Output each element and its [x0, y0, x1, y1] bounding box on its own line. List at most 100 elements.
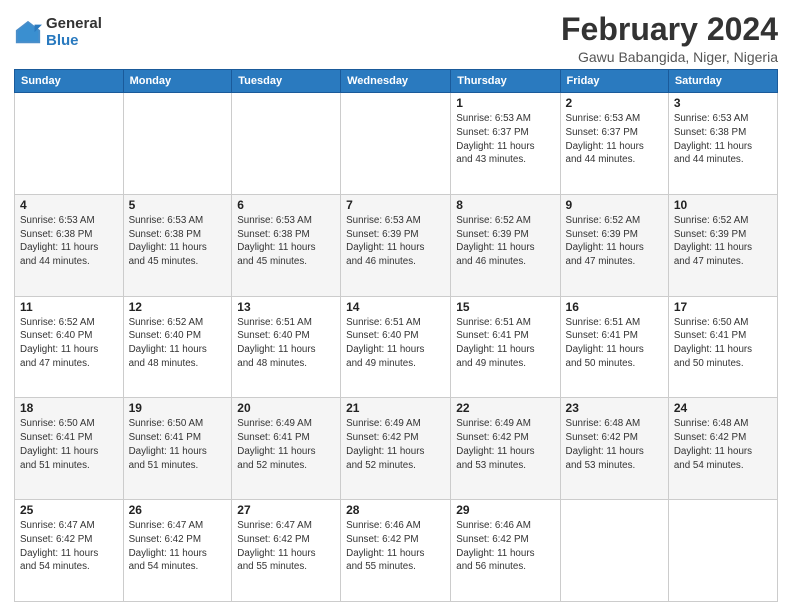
day-number: 27 [237, 503, 335, 517]
day-info: Sunrise: 6:51 AMSunset: 6:41 PMDaylight:… [456, 316, 554, 371]
logo-general: General [46, 16, 102, 33]
day-number: 19 [129, 401, 227, 415]
col-wednesday: Wednesday [341, 70, 451, 93]
table-row: 4 Sunrise: 6:53 AMSunset: 6:38 PMDaylight… [15, 194, 124, 296]
day-number: 24 [674, 401, 772, 415]
day-number: 12 [129, 300, 227, 314]
day-number: 16 [566, 300, 663, 314]
day-info: Sunrise: 6:48 AMSunset: 6:42 PMDaylight:… [674, 417, 772, 472]
day-info: Sunrise: 6:47 AMSunset: 6:42 PMDaylight:… [129, 519, 227, 574]
day-info: Sunrise: 6:53 AMSunset: 6:37 PMDaylight:… [456, 112, 554, 167]
day-number: 1 [456, 96, 554, 110]
day-number: 23 [566, 401, 663, 415]
day-info: Sunrise: 6:48 AMSunset: 6:42 PMDaylight:… [566, 417, 663, 472]
table-row: 20 Sunrise: 6:49 AMSunset: 6:41 PMDayligh… [232, 398, 341, 500]
table-row: 23 Sunrise: 6:48 AMSunset: 6:42 PMDayligh… [560, 398, 668, 500]
col-thursday: Thursday [451, 70, 560, 93]
day-info: Sunrise: 6:47 AMSunset: 6:42 PMDaylight:… [20, 519, 118, 574]
day-number: 2 [566, 96, 663, 110]
day-info: Sunrise: 6:52 AMSunset: 6:39 PMDaylight:… [674, 214, 772, 269]
day-info: Sunrise: 6:53 AMSunset: 6:39 PMDaylight:… [346, 214, 445, 269]
day-number: 20 [237, 401, 335, 415]
table-row: 17 Sunrise: 6:50 AMSunset: 6:41 PMDayligh… [668, 296, 777, 398]
day-info: Sunrise: 6:52 AMSunset: 6:40 PMDaylight:… [20, 316, 118, 371]
table-row [232, 93, 341, 195]
day-number: 4 [20, 198, 118, 212]
logo-text: General Blue [46, 16, 102, 49]
table-row: 24 Sunrise: 6:48 AMSunset: 6:42 PMDayligh… [668, 398, 777, 500]
calendar-week-row: 4 Sunrise: 6:53 AMSunset: 6:38 PMDaylight… [15, 194, 778, 296]
day-number: 25 [20, 503, 118, 517]
table-row: 29 Sunrise: 6:46 AMSunset: 6:42 PMDayligh… [451, 500, 560, 602]
day-info: Sunrise: 6:50 AMSunset: 6:41 PMDaylight:… [674, 316, 772, 371]
table-row: 5Sunrise: 6:53 AMSunset: 6:38 PMDaylight… [123, 194, 232, 296]
table-row [15, 93, 124, 195]
page: General Blue February 2024 Gawu Babangid… [0, 0, 792, 612]
day-number: 13 [237, 300, 335, 314]
day-info: Sunrise: 6:49 AMSunset: 6:41 PMDaylight:… [237, 417, 335, 472]
subtitle: Gawu Babangida, Niger, Nigeria [561, 49, 778, 65]
day-number: 6 [237, 198, 335, 212]
day-info: Sunrise: 6:53 AMSunset: 6:37 PMDaylight:… [566, 112, 663, 167]
day-info: Sunrise: 6:52 AMSunset: 6:40 PMDaylight:… [129, 316, 227, 371]
logo-blue: Blue [46, 33, 102, 50]
table-row: 13 Sunrise: 6:51 AMSunset: 6:40 PMDayligh… [232, 296, 341, 398]
day-info: Sunrise: 6:51 AMSunset: 6:41 PMDaylight:… [566, 316, 663, 371]
day-info: Sunrise: 6:53 AMSunset: 6:38 PMDaylight:… [674, 112, 772, 167]
table-row [341, 93, 451, 195]
day-info: Sunrise: 6:46 AMSunset: 6:42 PMDaylight:… [456, 519, 554, 574]
col-sunday: Sunday [15, 70, 124, 93]
table-row: 25 Sunrise: 6:47 AMSunset: 6:42 PMDayligh… [15, 500, 124, 602]
day-info: Sunrise: 6:49 AMSunset: 6:42 PMDaylight:… [456, 417, 554, 472]
day-number: 28 [346, 503, 445, 517]
table-row: 10 Sunrise: 6:52 AMSunset: 6:39 PMDayligh… [668, 194, 777, 296]
col-tuesday: Tuesday [232, 70, 341, 93]
table-row: 6Sunrise: 6:53 AMSunset: 6:38 PMDaylight… [232, 194, 341, 296]
calendar-week-row: 11Sunrise: 6:52 AMSunset: 6:40 PMDayligh… [15, 296, 778, 398]
day-info: Sunrise: 6:53 AMSunset: 6:38 PMDaylight:… [129, 214, 227, 269]
table-row: 1 Sunrise: 6:53 AMSunset: 6:37 PMDaylight… [451, 93, 560, 195]
day-number: 21 [346, 401, 445, 415]
table-row: 11Sunrise: 6:52 AMSunset: 6:40 PMDayligh… [15, 296, 124, 398]
logo: General Blue [14, 16, 102, 49]
table-row: 19Sunrise: 6:50 AMSunset: 6:41 PMDayligh… [123, 398, 232, 500]
table-row [668, 500, 777, 602]
day-number: 22 [456, 401, 554, 415]
table-row [560, 500, 668, 602]
table-row: 26Sunrise: 6:47 AMSunset: 6:42 PMDayligh… [123, 500, 232, 602]
table-row: 2 Sunrise: 6:53 AMSunset: 6:37 PMDaylight… [560, 93, 668, 195]
day-number: 17 [674, 300, 772, 314]
col-monday: Monday [123, 70, 232, 93]
calendar-week-row: 25 Sunrise: 6:47 AMSunset: 6:42 PMDayligh… [15, 500, 778, 602]
day-info: Sunrise: 6:51 AMSunset: 6:40 PMDaylight:… [237, 316, 335, 371]
table-row: 21 Sunrise: 6:49 AMSunset: 6:42 PMDayligh… [341, 398, 451, 500]
day-info: Sunrise: 6:53 AMSunset: 6:38 PMDaylight:… [20, 214, 118, 269]
day-number: 29 [456, 503, 554, 517]
col-friday: Friday [560, 70, 668, 93]
day-number: 15 [456, 300, 554, 314]
day-info: Sunrise: 6:49 AMSunset: 6:42 PMDaylight:… [346, 417, 445, 472]
table-row: 9 Sunrise: 6:52 AMSunset: 6:39 PMDaylight… [560, 194, 668, 296]
day-info: Sunrise: 6:52 AMSunset: 6:39 PMDaylight:… [456, 214, 554, 269]
day-number: 9 [566, 198, 663, 212]
table-row: 8 Sunrise: 6:52 AMSunset: 6:39 PMDaylight… [451, 194, 560, 296]
calendar-week-row: 1 Sunrise: 6:53 AMSunset: 6:37 PMDaylight… [15, 93, 778, 195]
table-row: 15 Sunrise: 6:51 AMSunset: 6:41 PMDayligh… [451, 296, 560, 398]
day-number: 10 [674, 198, 772, 212]
calendar: Sunday Monday Tuesday Wednesday Thursday… [14, 69, 778, 602]
day-info: Sunrise: 6:52 AMSunset: 6:39 PMDaylight:… [566, 214, 663, 269]
table-row: 22 Sunrise: 6:49 AMSunset: 6:42 PMDayligh… [451, 398, 560, 500]
day-number: 3 [674, 96, 772, 110]
calendar-week-row: 18Sunrise: 6:50 AMSunset: 6:41 PMDayligh… [15, 398, 778, 500]
day-number: 14 [346, 300, 445, 314]
logo-icon [14, 19, 42, 47]
table-row: 12 Sunrise: 6:52 AMSunset: 6:40 PMDayligh… [123, 296, 232, 398]
calendar-header-row: Sunday Monday Tuesday Wednesday Thursday… [15, 70, 778, 93]
col-saturday: Saturday [668, 70, 777, 93]
table-row [123, 93, 232, 195]
main-title: February 2024 [561, 12, 778, 47]
day-info: Sunrise: 6:51 AMSunset: 6:40 PMDaylight:… [346, 316, 445, 371]
table-row: 3 Sunrise: 6:53 AMSunset: 6:38 PMDaylight… [668, 93, 777, 195]
table-row: 27Sunrise: 6:47 AMSunset: 6:42 PMDayligh… [232, 500, 341, 602]
day-number: 8 [456, 198, 554, 212]
